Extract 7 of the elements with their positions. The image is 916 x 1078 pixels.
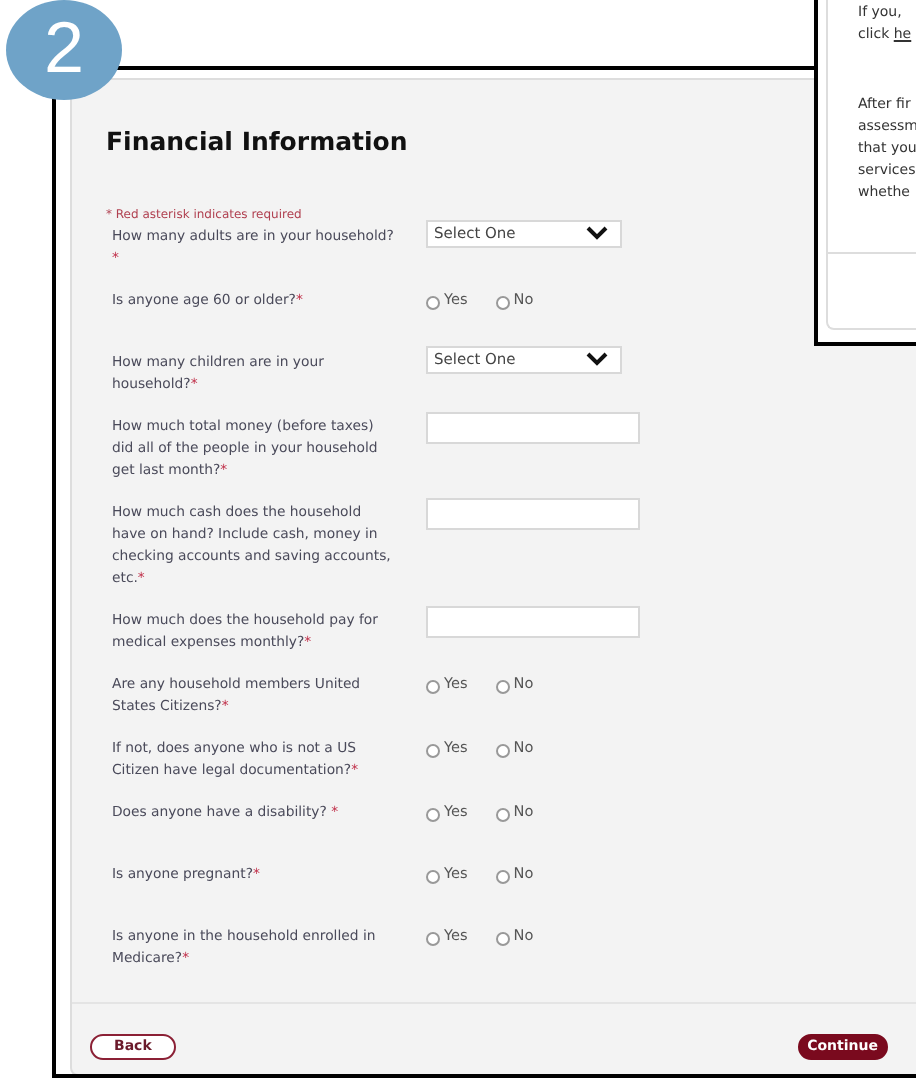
- text-input-field[interactable]: [426, 605, 640, 638]
- step-number-badge: 2: [6, 0, 122, 100]
- form-title: Financial Information: [106, 124, 408, 160]
- chevron-down-icon: [586, 226, 608, 241]
- chevron-down-icon: [586, 352, 608, 367]
- text-input-field[interactable]: [426, 497, 640, 530]
- text-input-field[interactable]: [426, 411, 640, 444]
